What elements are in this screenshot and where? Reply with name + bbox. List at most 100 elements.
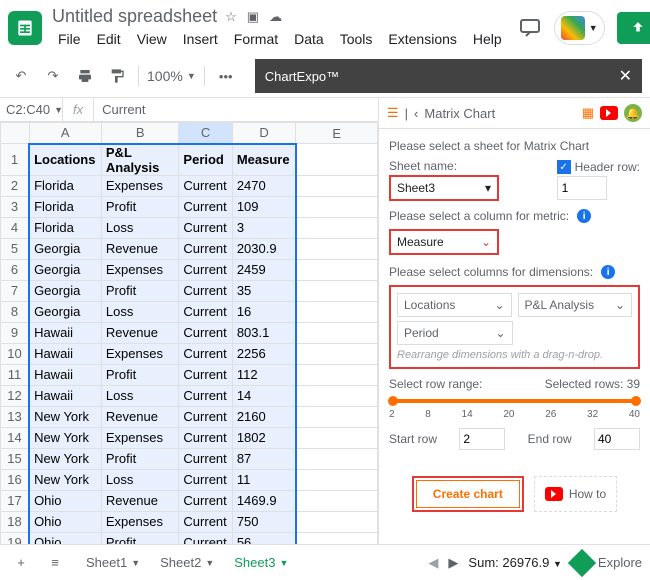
meet-button[interactable]: ▼ [554,11,605,45]
menu-help[interactable]: Help [467,29,508,49]
row-header[interactable]: 12 [1,385,30,406]
row-header[interactable]: 4 [1,217,30,238]
table-row[interactable]: 8GeorgiaLossCurrent16 [1,301,378,322]
row-header[interactable]: 6 [1,259,30,280]
table-row[interactable]: 7GeorgiaProfitCurrent35 [1,280,378,301]
row-header[interactable]: 3 [1,196,30,217]
info-icon[interactable]: i [577,209,591,223]
row-header[interactable]: 7 [1,280,30,301]
print-button[interactable] [72,63,98,89]
more-button[interactable]: ••• [213,63,239,89]
row-header[interactable]: 11 [1,364,30,385]
dimension-period[interactable]: Period⌄ [397,321,513,345]
row-header[interactable]: 15 [1,448,30,469]
table-row[interactable]: 9HawaiiRevenueCurrent803.1 [1,322,378,343]
table-row[interactable]: 15New YorkProfitCurrent87 [1,448,378,469]
col-header-D[interactable]: D [232,123,296,144]
explore-button[interactable]: Explore [572,553,642,573]
panel-title: ChartExpo™ [265,69,339,84]
document-title[interactable]: Untitled spreadsheet [52,6,217,27]
menu-view[interactable]: View [131,29,173,49]
table-row[interactable]: 10HawaiiExpensesCurrent2256 [1,343,378,364]
metric-selector[interactable]: Measure⌄ [389,229,499,255]
col-header-C[interactable]: C [179,123,232,144]
sheet-name-selector[interactable]: Sheet3▾ [389,175,499,201]
col-header-A[interactable]: A [29,123,101,144]
table-row[interactable]: 11HawaiiProfitCurrent112 [1,364,378,385]
menu-data[interactable]: Data [288,29,330,49]
menu-edit[interactable]: Edit [91,29,127,49]
menu-extensions[interactable]: Extensions [382,29,462,49]
table-row[interactable]: 19OhioProfitCurrent56 [1,532,378,544]
table-row[interactable]: 4FloridaLossCurrent3 [1,217,378,238]
row-header[interactable]: 19 [1,532,30,544]
table-row[interactable]: 14New YorkExpensesCurrent1802 [1,427,378,448]
table-row[interactable]: 17OhioRevenueCurrent1469.9 [1,490,378,511]
row-header[interactable]: 1 [1,144,30,176]
row-header[interactable]: 9 [1,322,30,343]
tab-sheet2[interactable]: Sheet2 ▼ [150,549,224,576]
cell-grid[interactable]: ABCDE1LocationsP&L AnalysisPeriodMeasure… [0,122,378,544]
menu-icon[interactable]: ☰ [387,105,399,121]
scroll-right-icon[interactable]: ▶ [448,555,458,571]
row-header[interactable]: 18 [1,511,30,532]
cell-reference[interactable]: C2:C40▼ [0,102,62,117]
add-sheet-button[interactable]: + [8,550,34,576]
table-row[interactable]: 6GeorgiaExpensesCurrent2459 [1,259,378,280]
table-row[interactable]: 5GeorgiaRevenueCurrent2030.9 [1,238,378,259]
table-row[interactable]: 16New YorkLossCurrent11 [1,469,378,490]
row-header[interactable]: 8 [1,301,30,322]
scroll-left-icon[interactable]: ◀ [428,555,438,571]
col-header-B[interactable]: B [101,123,179,144]
star-icon[interactable]: ☆ [225,9,237,25]
header-row-input[interactable] [557,176,607,200]
table-row[interactable]: 18OhioExpensesCurrent750 [1,511,378,532]
youtube-icon[interactable] [600,106,618,120]
create-chart-button[interactable]: Create chart [416,480,520,508]
table-row[interactable]: 13New YorkRevenueCurrent2160 [1,406,378,427]
back-icon[interactable]: ‹ [414,106,418,121]
menu-insert[interactable]: Insert [177,29,224,49]
row-header[interactable]: 14 [1,427,30,448]
start-row-input[interactable] [459,428,505,450]
row-header[interactable]: 17 [1,490,30,511]
end-row-input[interactable] [594,428,640,450]
youtube-icon [545,487,563,501]
orange-badge-icon[interactable]: ▦ [582,105,594,121]
sheets-logo[interactable] [8,11,42,45]
close-panel-icon[interactable]: ✕ [619,66,632,86]
menu-format[interactable]: Format [228,29,284,49]
share-button[interactable]: Share [617,12,650,44]
row-range-slider[interactable] [393,399,636,403]
notify-icon[interactable]: 🔔 [624,104,642,122]
row-header[interactable]: 2 [1,175,30,196]
row-header[interactable]: 13 [1,406,30,427]
how-to-button[interactable]: How to [534,476,617,512]
col-header-E[interactable]: E [296,123,378,144]
zoom-selector[interactable]: 100%▼ [147,68,196,84]
dimension-pl[interactable]: P&L Analysis⌄ [518,293,633,317]
tab-sheet1[interactable]: Sheet1 ▼ [76,549,150,576]
dimension-locations[interactable]: Locations⌄ [397,293,512,317]
row-header[interactable]: 16 [1,469,30,490]
table-row[interactable]: 3FloridaProfitCurrent109 [1,196,378,217]
formula-value[interactable]: Current [94,102,153,117]
menu-tools[interactable]: Tools [334,29,379,49]
move-icon[interactable]: ▣ [247,9,259,25]
redo-button[interactable]: ↷ [40,63,66,89]
paint-format-button[interactable] [104,63,130,89]
undo-button[interactable]: ↶ [8,63,34,89]
tab-sheet3[interactable]: Sheet3 ▼ [224,549,298,576]
info-icon[interactable]: i [601,265,615,279]
rearrange-hint: Rearrange dimensions with a drag-n-drop. [397,349,632,361]
row-header[interactable]: 10 [1,343,30,364]
cloud-icon[interactable]: ☁ [269,9,282,25]
comments-icon[interactable] [518,16,542,40]
menu-file[interactable]: File [52,29,87,49]
header-row-checkbox[interactable]: ✓ [557,160,571,174]
table-row[interactable]: 2FloridaExpensesCurrent2470 [1,175,378,196]
all-sheets-button[interactable]: ≡ [42,550,68,576]
table-row[interactable]: 12HawaiiLossCurrent14 [1,385,378,406]
sum-display[interactable]: Sum: 26976.9 ▼ [468,555,562,570]
row-header[interactable]: 5 [1,238,30,259]
